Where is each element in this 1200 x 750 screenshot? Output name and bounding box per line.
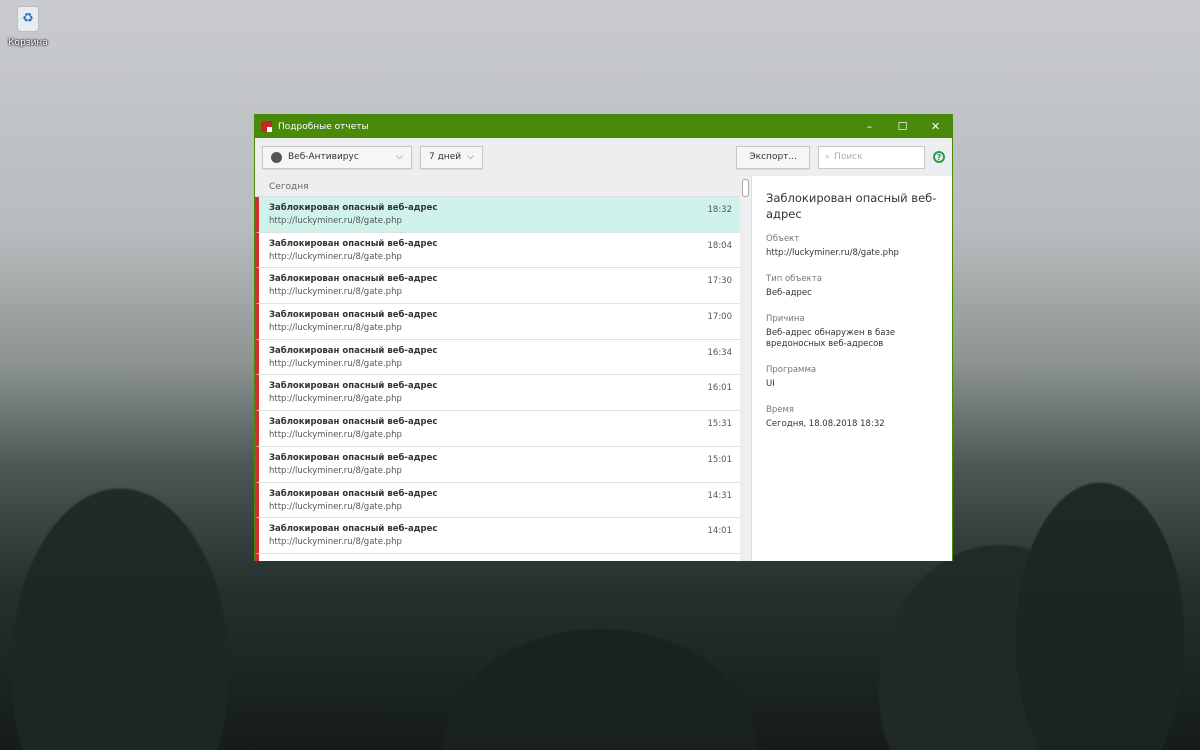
detail-panel: Заблокирован опасный веб-адрес Объект ht…: [751, 176, 952, 561]
detail-heading: Заблокирован опасный веб-адрес: [766, 191, 937, 221]
event-url: http://luckyminer.ru/8/gate.php: [269, 465, 402, 476]
event-time: 15:01: [707, 454, 733, 465]
window-title: Подробные отчеты: [278, 121, 369, 132]
event-time: 14:01: [707, 526, 733, 537]
toolbar: Веб-Антивирус ⌵ 7 дней ⌵ Экспорт... ⌕ По…: [255, 138, 952, 176]
event-time: 16:34: [707, 347, 733, 358]
component-label: Веб-Антивирус: [288, 152, 359, 162]
event-time: 17:00: [707, 312, 733, 323]
recycle-bin-icon: ♻: [17, 6, 39, 32]
minimize-button[interactable]: –: [853, 120, 886, 133]
field-value: Веб-адрес: [766, 288, 812, 298]
kaspersky-logo-icon: [261, 121, 272, 132]
event-time: 18:32: [707, 205, 733, 215]
event-title: Заблокирован опасный веб-адрес: [269, 345, 438, 356]
event-title: Заблокирован опасный веб-адрес: [269, 238, 438, 249]
title-bar[interactable]: Подробные отчеты – ☐ ✕: [255, 115, 952, 138]
event-url: http://luckyminer.ru/8/gate.php: [269, 537, 402, 548]
scrollbar-thumb[interactable]: [742, 179, 749, 197]
search-placeholder: Поиск: [834, 152, 863, 162]
event-url: http://luckyminer.ru/8/gate.php: [269, 501, 402, 512]
list-item[interactable]: Заблокирован опасный веб-адрес http://lu…: [255, 304, 740, 340]
list-item[interactable]: Заблокирован опасный веб-адрес http://lu…: [255, 411, 740, 447]
event-time: 16:01: [707, 383, 733, 394]
export-button[interactable]: Экспорт...: [736, 145, 810, 169]
list-item[interactable]: Заблокирован опасный веб-адрес http://lu…: [255, 232, 740, 269]
event-title: Заблокирован опасный веб-адрес: [269, 274, 438, 285]
list-item[interactable]: Заблокирован опасный веб-адрес http://lu…: [255, 518, 740, 554]
event-url: http://luckyminer.ru/8/gate.php: [269, 216, 402, 226]
list-item-partial[interactable]: [255, 553, 740, 561]
close-button[interactable]: ✕: [919, 120, 952, 133]
event-time: 14:31: [707, 490, 733, 501]
event-list: Сегодня Заблокирован опасный веб-адрес h…: [255, 176, 740, 561]
search-input[interactable]: ⌕ Поиск: [818, 145, 925, 169]
event-title: Заблокирован опасный веб-адрес: [269, 203, 438, 213]
event-url: http://luckyminer.ru/8/gate.php: [269, 430, 402, 441]
event-title: Заблокирован опасный веб-адрес: [269, 452, 438, 463]
field-label: Причина: [766, 314, 805, 324]
event-url: http://luckyminer.ru/8/gate.php: [269, 251, 402, 262]
period-label: 7 дней: [429, 152, 462, 162]
event-title: Заблокирован опасный веб-адрес: [269, 417, 438, 428]
chevron-down-icon: ⌵: [396, 152, 403, 162]
scrollbar[interactable]: [740, 176, 751, 561]
event-time: 17:30: [707, 276, 733, 287]
list-item[interactable]: Заблокирован опасный веб-адрес http://lu…: [255, 446, 740, 483]
event-url: http://luckyminer.ru/8/gate.php: [269, 323, 402, 334]
event-url: http://luckyminer.ru/8/gate.php: [269, 394, 402, 405]
component-dropdown[interactable]: Веб-Антивирус ⌵: [262, 145, 412, 169]
field-value: http://luckyminer.ru/8/gate.php: [766, 248, 899, 258]
period-dropdown[interactable]: 7 дней ⌵: [420, 145, 483, 169]
event-url: http://luckyminer.ru/8/gate.php: [269, 287, 402, 298]
recycle-bin[interactable]: ♻ Корзина: [8, 6, 48, 48]
field-label: Программа: [766, 365, 817, 375]
field-value: Сегодня, 18.08.2018 18:32: [766, 419, 885, 429]
event-title: Заблокирован опасный веб-адрес: [269, 488, 438, 499]
list-item[interactable]: Заблокирован опасный веб-адрес http://lu…: [255, 268, 740, 305]
field-value: UI: [766, 379, 775, 389]
reports-window: Подробные отчеты – ☐ ✕ Веб-Антивирус ⌵ 7…: [254, 114, 953, 561]
search-icon: ⌕: [825, 152, 831, 162]
field-value: Веб-адрес обнаружен в базе вредоносных в…: [766, 328, 896, 349]
group-header: Сегодня: [255, 176, 740, 197]
list-item[interactable]: Заблокирован опасный веб-адрес http://lu…: [255, 482, 740, 519]
event-title: Заблокирован опасный веб-адрес: [269, 524, 438, 535]
event-url: http://luckyminer.ru/8/gate.php: [269, 358, 402, 369]
recycle-bin-label: Корзина: [8, 38, 48, 48]
event-title: Заблокирован опасный веб-адрес: [269, 381, 438, 392]
maximize-button[interactable]: ☐: [886, 120, 919, 133]
field-label: Время: [766, 405, 794, 415]
globe-icon: [271, 151, 282, 163]
field-label: Объект: [766, 234, 800, 244]
field-label: Тип объекта: [766, 274, 822, 284]
event-time: 18:04: [707, 240, 733, 251]
event-time: 15:31: [707, 419, 733, 430]
list-item[interactable]: Заблокирован опасный веб-адрес http://lu…: [255, 339, 740, 376]
help-icon[interactable]: ?: [933, 151, 945, 163]
list-item[interactable]: Заблокирован опасный веб-адрес http://lu…: [255, 197, 740, 233]
chevron-down-icon: ⌵: [467, 152, 474, 162]
event-title: Заблокирован опасный веб-адрес: [269, 310, 438, 321]
list-item[interactable]: Заблокирован опасный веб-адрес http://lu…: [255, 375, 740, 412]
